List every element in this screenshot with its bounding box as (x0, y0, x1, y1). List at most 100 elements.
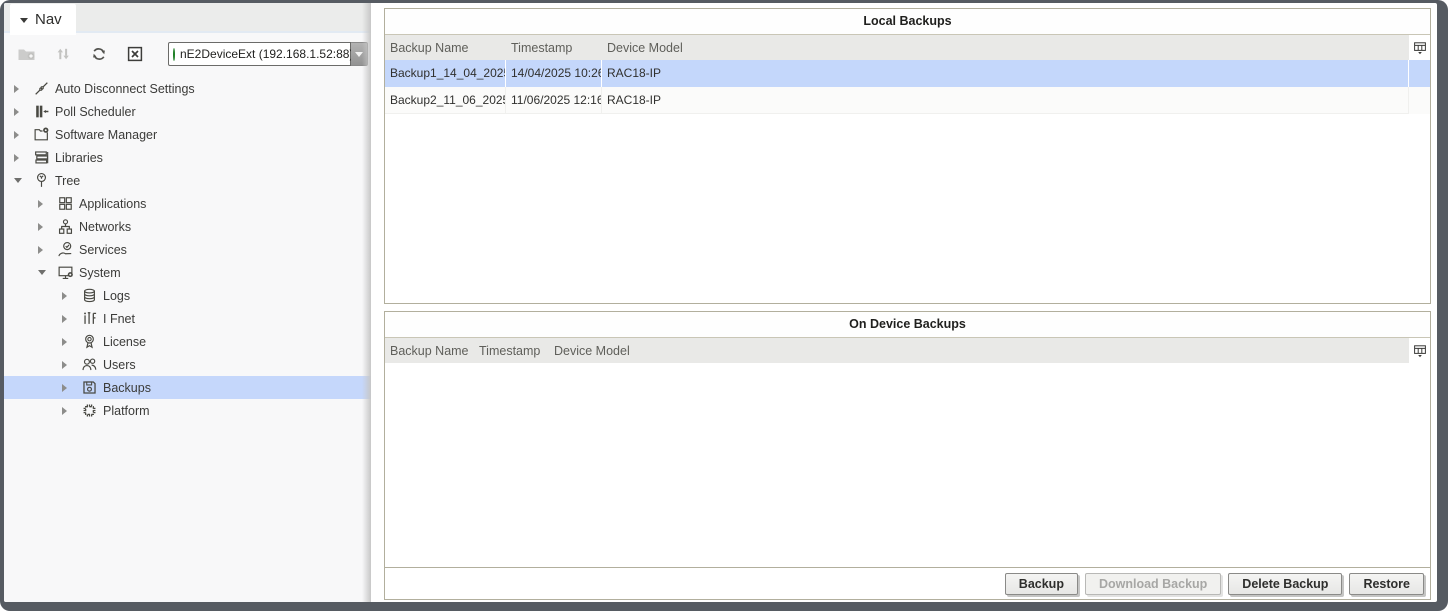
restore-button[interactable]: Restore (1349, 573, 1424, 595)
tree-item-label: License (103, 335, 146, 349)
networks-icon (57, 218, 74, 235)
ifnet-icon (81, 310, 98, 327)
expander-icon[interactable] (62, 407, 76, 415)
column-header-device-model[interactable]: Device Model (602, 41, 1409, 55)
tree-item-label: Networks (79, 220, 131, 234)
nav-tabbar: Nav (4, 3, 371, 33)
device-selector-field[interactable]: nE2DeviceExt (192.168.1.52:88) (168, 42, 351, 66)
expander-icon[interactable] (62, 292, 76, 300)
column-chooser-icon (1413, 41, 1427, 55)
tree-item-backups[interactable]: Backups (4, 376, 371, 399)
cell-timestamp: 11/06/2025 12:16 (506, 87, 602, 114)
cell-backup-name: Backup1_14_04_2025 (385, 60, 506, 87)
services-icon (57, 241, 74, 258)
tree-item-license[interactable]: License (4, 330, 371, 353)
column-header-backup-name[interactable]: Backup Name (385, 41, 506, 55)
tree-item-poll-scheduler[interactable]: Poll Scheduler (4, 100, 371, 123)
tree-item-label: I Fnet (103, 312, 135, 326)
tree-item-logs[interactable]: Logs (4, 284, 371, 307)
tree-item-label: System (79, 266, 121, 280)
on-device-backups-panel: On Device Backups Backup Name Timestamp … (384, 311, 1431, 568)
expander-icon[interactable] (62, 338, 76, 346)
download-backup-button[interactable]: Download Backup (1085, 573, 1221, 595)
app-window: Nav nE2DeviceExt (192.168.1.52:88) (0, 0, 1448, 611)
on-device-backups-title: On Device Backups (385, 312, 1430, 338)
cell-timestamp: 14/04/2025 10:26 (506, 60, 602, 87)
tree-item-ifnet[interactable]: I Fnet (4, 307, 371, 330)
cell-device-model: RAC18-IP (602, 87, 1409, 114)
expander-icon[interactable] (62, 361, 76, 369)
chevron-down-icon (355, 52, 363, 57)
nav-pane: Nav nE2DeviceExt (192.168.1.52:88) (4, 3, 371, 602)
action-bar: Backup Download Backup Delete Backup Res… (384, 568, 1431, 600)
users-icon (81, 356, 98, 373)
column-chooser-button[interactable] (1409, 338, 1430, 363)
table-row[interactable]: Backup2_11_06_2025 11/06/2025 12:16 RAC1… (385, 87, 1430, 114)
chevron-down-icon (20, 18, 28, 23)
license-icon (81, 333, 98, 350)
expander-icon[interactable] (62, 315, 76, 323)
column-header-device-model[interactable]: Device Model (549, 344, 1409, 358)
tree-item-services[interactable]: Services (4, 238, 371, 261)
tree-icon (33, 172, 50, 189)
expander-icon[interactable] (62, 384, 76, 392)
column-header-backup-name[interactable]: Backup Name (385, 344, 474, 358)
delete-backup-button[interactable]: Delete Backup (1228, 573, 1342, 595)
tree-item-networks[interactable]: Networks (4, 215, 371, 238)
cell-device-model: RAC18-IP (602, 60, 1409, 87)
table-row[interactable]: Backup1_14_04_2025 14/04/2025 10:26 RAC1… (385, 60, 1430, 87)
tree-item-label: Tree (55, 174, 80, 188)
sort-arrows-icon[interactable] (52, 43, 74, 65)
expander-icon[interactable] (38, 270, 52, 275)
cell-backup-name: Backup2_11_06_2025 (385, 87, 506, 114)
libraries-icon (33, 149, 50, 166)
column-header-timestamp[interactable]: Timestamp (506, 41, 602, 55)
tree-item-label: Backups (103, 381, 151, 395)
auto-disconnect-icon (33, 80, 50, 97)
expander-icon[interactable] (14, 85, 28, 93)
tree-item-label: Poll Scheduler (55, 105, 136, 119)
nav-tree: Auto Disconnect Settings Poll Scheduler … (4, 77, 371, 422)
tree-item-libraries[interactable]: Libraries (4, 146, 371, 169)
nav-tab-label: Nav (35, 11, 62, 28)
expander-icon[interactable] (14, 131, 28, 139)
expander-icon[interactable] (38, 246, 52, 254)
expander-icon[interactable] (14, 108, 28, 116)
open-folder-icon[interactable] (16, 43, 38, 65)
nav-toolbar: nE2DeviceExt (192.168.1.52:88) (4, 37, 371, 71)
tree-item-label: Users (103, 358, 136, 372)
nav-tab[interactable]: Nav (10, 4, 76, 35)
tree-item-auto-disconnect-settings[interactable]: Auto Disconnect Settings (4, 77, 371, 100)
column-header-timestamp[interactable]: Timestamp (474, 344, 549, 358)
software-manager-icon (33, 126, 50, 143)
expander-icon[interactable] (14, 154, 28, 162)
backup-button[interactable]: Backup (1005, 573, 1078, 595)
tree-item-applications[interactable]: Applications (4, 192, 371, 215)
tree-item-label: Platform (103, 404, 150, 418)
system-icon (57, 264, 74, 281)
device-selector-label: nE2DeviceExt (192.168.1.52:88) (180, 47, 353, 61)
device-selector[interactable]: nE2DeviceExt (192.168.1.52:88) (168, 42, 368, 66)
expander-icon[interactable] (14, 178, 28, 183)
tree-item-label: Software Manager (55, 128, 157, 142)
logs-icon (81, 287, 98, 304)
backups-icon (81, 379, 98, 396)
window-body: Nav nE2DeviceExt (192.168.1.52:88) (4, 3, 1437, 602)
local-backups-header: Backup Name Timestamp Device Model (385, 35, 1430, 60)
close-icon[interactable] (124, 43, 146, 65)
column-chooser-button[interactable] (1409, 35, 1430, 60)
tree-item-software-manager[interactable]: Software Manager (4, 123, 371, 146)
tree-item-tree[interactable]: Tree (4, 169, 371, 192)
tree-item-users[interactable]: Users (4, 353, 371, 376)
device-selector-dropdown-button[interactable] (351, 42, 368, 66)
connection-status-icon (173, 48, 175, 61)
tree-item-platform[interactable]: Platform (4, 399, 371, 422)
column-chooser-icon (1413, 344, 1427, 358)
tree-item-system[interactable]: System (4, 261, 371, 284)
on-device-backups-header: Backup Name Timestamp Device Model (385, 338, 1430, 363)
tree-item-label: Auto Disconnect Settings (55, 82, 195, 96)
refresh-icon[interactable] (88, 43, 110, 65)
expander-icon[interactable] (38, 200, 52, 208)
local-backups-panel: Local Backups Backup Name Timestamp Devi… (384, 8, 1431, 304)
expander-icon[interactable] (38, 223, 52, 231)
